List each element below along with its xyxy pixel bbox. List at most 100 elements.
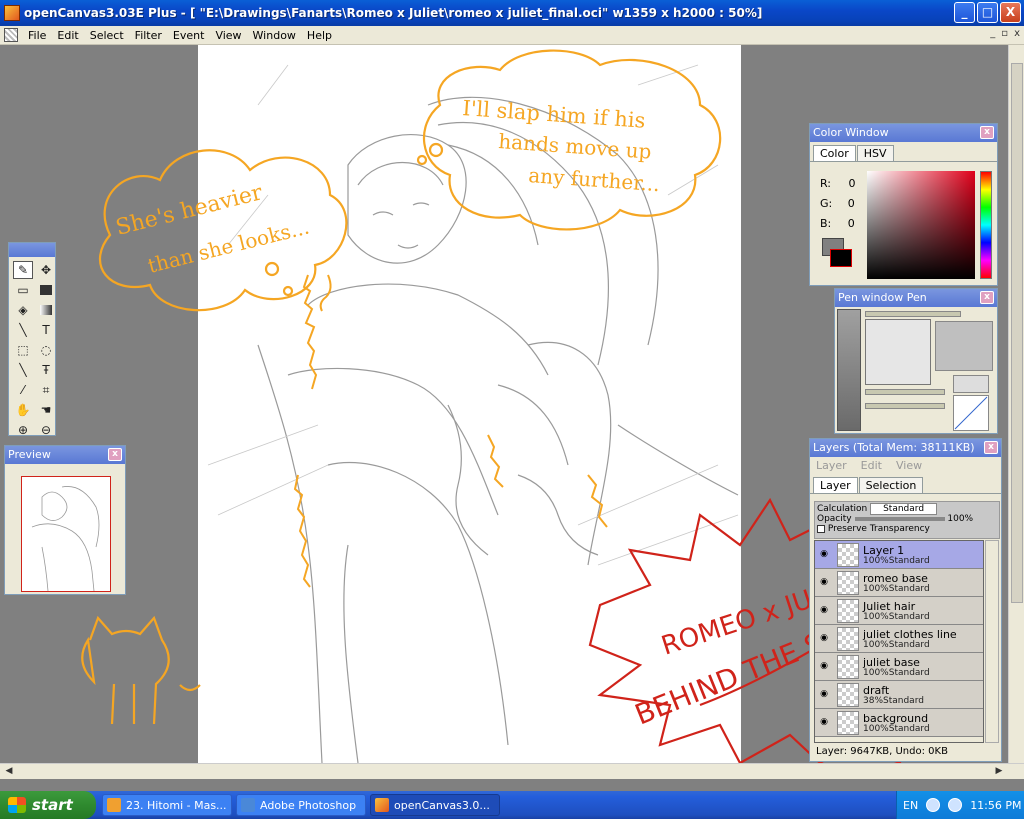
tab-hsv[interactable]: HSV bbox=[856, 145, 894, 161]
menu-view[interactable]: View bbox=[211, 29, 248, 42]
menu-window[interactable]: Window bbox=[249, 29, 303, 42]
pen-size-slider[interactable] bbox=[865, 311, 961, 317]
color-window-close-button[interactable]: x bbox=[980, 126, 994, 139]
pen-tool-icon[interactable]: ✎ bbox=[13, 261, 33, 279]
doc-minimize-button[interactable]: _ bbox=[990, 28, 995, 39]
opacity-slider[interactable] bbox=[854, 516, 945, 521]
network-icon[interactable] bbox=[926, 798, 941, 812]
preview-thumbnail[interactable] bbox=[21, 476, 111, 592]
pen-type-list[interactable] bbox=[837, 309, 861, 431]
visibility-eye-icon[interactable]: ◉ bbox=[817, 549, 831, 561]
taskbar-item-opencanvas[interactable]: openCanvas3.0... bbox=[370, 794, 500, 816]
layer-row[interactable]: ◉ juliet base 100%Standard bbox=[815, 653, 983, 681]
preserve-transparency-checkbox[interactable] bbox=[817, 524, 825, 533]
tab-selection[interactable]: Selection bbox=[858, 477, 924, 493]
vertical-scroll-thumb[interactable] bbox=[1011, 63, 1023, 603]
layer-thumbnail bbox=[837, 683, 859, 707]
layers-menu-view[interactable]: View bbox=[896, 459, 922, 472]
visibility-eye-icon[interactable]: ◉ bbox=[817, 661, 831, 673]
line-tool-icon[interactable]: ╲ bbox=[13, 321, 33, 339]
foreground-color-swatch[interactable] bbox=[830, 249, 852, 267]
layer-thumbnail bbox=[837, 599, 859, 623]
taskbar-item-photoshop[interactable]: Adobe Photoshop bbox=[236, 794, 366, 816]
close-button[interactable]: X bbox=[1000, 2, 1021, 23]
brush-shape-options[interactable] bbox=[935, 321, 993, 371]
volume-icon[interactable] bbox=[948, 798, 963, 812]
layers-close-button[interactable]: x bbox=[984, 441, 998, 454]
hue-slider[interactable] bbox=[980, 171, 992, 279]
layers-title: Layers (Total Mem: 38111KB) bbox=[813, 441, 975, 454]
move-tool-icon[interactable]: ✥ bbox=[36, 261, 56, 279]
scroll-right-arrow-icon[interactable]: ▶ bbox=[992, 765, 1006, 778]
zoom-in-icon[interactable]: ⊕ bbox=[13, 421, 33, 439]
text-tool-icon[interactable]: T bbox=[36, 321, 56, 339]
pen-density-slider[interactable] bbox=[865, 403, 945, 409]
visibility-eye-icon[interactable]: ◉ bbox=[817, 633, 831, 645]
language-indicator[interactable]: EN bbox=[903, 799, 918, 812]
vertical-scrollbar[interactable] bbox=[1008, 45, 1024, 763]
layer-row[interactable]: ◉ Layer 1 100%Standard bbox=[815, 541, 983, 569]
menu-edit[interactable]: Edit bbox=[53, 29, 85, 42]
taskbar-item-label: openCanvas3.0... bbox=[394, 798, 490, 812]
layers-menu-edit[interactable]: Edit bbox=[861, 459, 882, 472]
pen-window-titlebar[interactable]: Pen window Pen x bbox=[835, 289, 997, 307]
tab-color[interactable]: Color bbox=[813, 145, 856, 161]
layers-titlebar[interactable]: Layers (Total Mem: 38111KB) x bbox=[810, 439, 1001, 457]
bucket-tool-icon[interactable]: ◈ bbox=[13, 301, 33, 319]
line-select-icon[interactable]: ╲ bbox=[13, 361, 33, 379]
scroll-left-arrow-icon[interactable]: ◀ bbox=[2, 765, 16, 778]
pressure-curve[interactable] bbox=[953, 395, 989, 431]
tab-layer[interactable]: Layer bbox=[813, 477, 858, 493]
preview-titlebar[interactable]: Preview x bbox=[5, 446, 125, 464]
maximize-button[interactable]: □ bbox=[977, 2, 998, 23]
tool-palette-titlebar[interactable] bbox=[9, 243, 55, 257]
fill-color-icon[interactable] bbox=[36, 281, 56, 299]
clock: 11:56 PM bbox=[970, 798, 1022, 812]
layer-list-scrollbar[interactable] bbox=[985, 540, 999, 743]
lasso-select-icon[interactable]: ◌ bbox=[36, 341, 56, 359]
taskbar-item-hitomi[interactable]: 23. Hitomi - Mas... bbox=[102, 794, 232, 816]
document-icon[interactable] bbox=[4, 28, 18, 42]
doc-close-button[interactable]: x bbox=[1014, 28, 1020, 39]
rect-select-icon[interactable]: ⬚ bbox=[13, 341, 33, 359]
opencanvas-icon bbox=[375, 798, 389, 812]
layers-menu-layer[interactable]: Layer bbox=[816, 459, 847, 472]
pen-opacity-slider[interactable] bbox=[865, 389, 945, 395]
menu-help[interactable]: Help bbox=[303, 29, 339, 42]
layer-row[interactable]: ◉ romeo base 100%Standard bbox=[815, 569, 983, 597]
eraser-tool-icon[interactable]: ▭ bbox=[13, 281, 33, 299]
menu-file[interactable]: File bbox=[24, 29, 53, 42]
preview-close-button[interactable]: x bbox=[108, 448, 122, 461]
doc-restore-button[interactable]: ▫ bbox=[1001, 28, 1008, 39]
saturation-value-picker[interactable] bbox=[867, 171, 975, 279]
menu-filter[interactable]: Filter bbox=[131, 29, 169, 42]
color-window-titlebar[interactable]: Color Window x bbox=[810, 124, 997, 142]
layer-thumbnail bbox=[837, 543, 859, 567]
horizontal-scrollbar[interactable]: ◀ ▶ bbox=[0, 763, 1024, 779]
title-bar[interactable]: openCanvas3.03E Plus - [ "E:\Drawings\Fa… bbox=[0, 0, 1024, 26]
visibility-eye-icon[interactable]: ◉ bbox=[817, 689, 831, 701]
visibility-eye-icon[interactable]: ◉ bbox=[817, 605, 831, 617]
start-button[interactable]: start bbox=[0, 791, 96, 819]
g-label: G: bbox=[820, 197, 833, 210]
eyedropper-icon[interactable]: ⁄ bbox=[13, 381, 33, 399]
pen-window-close-button[interactable]: x bbox=[980, 291, 994, 304]
start-label: start bbox=[32, 796, 73, 814]
visibility-eye-icon[interactable]: ◉ bbox=[817, 577, 831, 589]
menu-event[interactable]: Event bbox=[169, 29, 212, 42]
hand-tool-icon[interactable]: ✋ bbox=[13, 401, 33, 419]
gradient-tool-icon[interactable] bbox=[36, 301, 56, 319]
visibility-eye-icon[interactable]: ◉ bbox=[817, 717, 831, 729]
zoom-out-icon[interactable]: ⊖ bbox=[36, 421, 56, 439]
crop-tool-icon[interactable]: ⌗ bbox=[36, 381, 56, 399]
texture-swatch[interactable] bbox=[953, 375, 989, 393]
text-select-icon[interactable]: Ŧ bbox=[36, 361, 56, 379]
layer-row[interactable]: ◉ juliet clothes line 100%Standard bbox=[815, 625, 983, 653]
menu-select[interactable]: Select bbox=[86, 29, 131, 42]
layer-row[interactable]: ◉ background 100%Standard bbox=[815, 709, 983, 737]
menu-bar: File Edit Select Filter Event View Windo… bbox=[0, 26, 1024, 45]
minimize-button[interactable]: _ bbox=[954, 2, 975, 23]
layer-row[interactable]: ◉ draft 38%Standard bbox=[815, 681, 983, 709]
layer-row[interactable]: ◉ Juliet hair 100%Standard bbox=[815, 597, 983, 625]
rotate-hand-icon[interactable]: ☚ bbox=[36, 401, 56, 419]
